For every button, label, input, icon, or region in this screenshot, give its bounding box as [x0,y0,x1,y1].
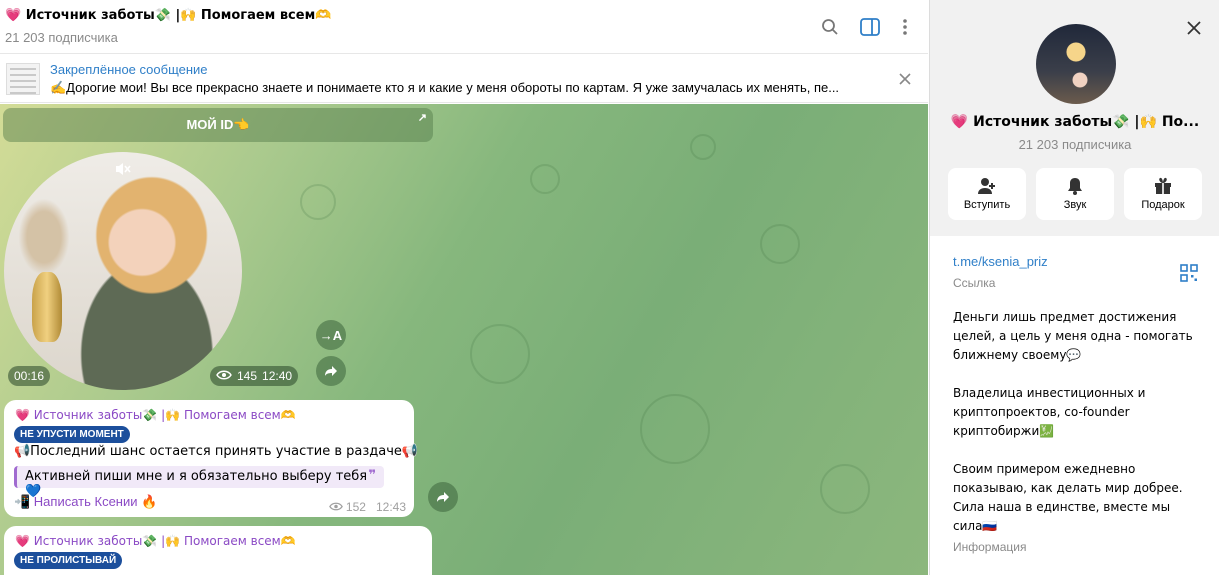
subscriber-count: 21 203 подписчика [1018,137,1132,152]
video-views: 145 [237,369,258,383]
message-author[interactable]: 💗 Источник заботы💸 |🙌 Помогаем всем🫶 [15,408,296,422]
message-bubble: 💗 Источник заботы💸 |🙌 Помогаем всем🫶 НЕ … [4,526,432,575]
eye-icon [328,500,346,514]
message-author[interactable]: 💗 Источник заботы💸 |🙌 Помогаем всем🫶 [15,534,296,548]
bell-icon [1068,178,1082,195]
pinned-message-bar[interactable]: Закреплённое сообщение ✍️Дорогие мои! Вы… [0,55,928,103]
message-bubble: 💗 Источник заботы💸 |🙌 Помогаем всем🫶 НЕ … [4,400,418,517]
info-label: Информация [953,540,1027,554]
link-label: Ссылка [953,276,996,290]
message-views: 152 [345,500,366,514]
share-icon [437,492,449,502]
translate-icon: →A [319,327,343,343]
pinned-title: Закреплённое сообщение [50,62,208,77]
share-button[interactable] [428,482,458,512]
message-tag: НЕ ПРОЛИСТЫВАЙ [14,552,123,569]
message-quote: Активней пиши мне и я обязательно выберу… [14,466,384,499]
gift-label: Подарок [1141,199,1185,211]
translate-button[interactable]: →A [316,320,346,350]
chat-background: МОЙ ID👈 ↗ 00:16 145 12:40 →A 💗 Источник … [0,104,928,575]
sound-button[interactable]: Звук [1036,168,1114,220]
message-time: 12:43 [375,500,406,514]
close-icon[interactable] [1182,16,1206,40]
mute-icon[interactable] [110,156,136,182]
sidebar-toggle-icon[interactable] [857,14,883,40]
info-card: t.me/ksenia_priz Ссылка Деньги лишь пред… [930,236,1219,575]
gift-button[interactable]: Подарок [1124,168,1202,220]
qr-code-icon[interactable] [1180,264,1198,282]
my-id-label: МОЙ ID👈 [186,117,250,132]
pinned-thumbnail [6,63,40,95]
subscriber-count: 21 203 подписчика [5,30,118,45]
external-link-icon: ↗ [417,112,427,124]
write-link[interactable]: 📲 Написать Ксении 🔥 [14,494,157,510]
join-label: Вступить [963,199,1011,211]
avatar[interactable] [1036,24,1116,104]
add-user-icon [978,178,995,194]
share-button[interactable] [316,356,346,386]
message-text: 📢Последний шанс остается принять участие… [14,444,419,459]
close-icon[interactable] [893,67,917,91]
gift-icon [1155,177,1171,194]
channel-link[interactable]: t.me/ksenia_priz [953,254,1048,269]
channel-info-panel: 💗 Источник заботы💸 |🙌 По... 21 203 подпи… [929,0,1219,575]
join-button[interactable]: Вступить [948,168,1026,220]
chat-column: 💗 Источник заботы💸 |🙌 Помогаем всем🫶 21 … [0,0,928,575]
share-icon [325,366,337,376]
channel-name: 💗 Источник заботы💸 |🙌 По... [950,114,1200,130]
message-meta: 152 12:43 [328,500,406,514]
chat-header: 💗 Источник заботы💸 |🙌 Помогаем всем🫶 21 … [0,0,928,54]
message-tag: НЕ УПУСТИ МОМЕНТ [14,426,130,443]
eye-icon [216,368,232,384]
sound-label: Звук [1063,199,1087,211]
channel-title[interactable]: 💗 Источник заботы💸 |🙌 Помогаем всем🫶 [5,8,331,23]
video-duration: 00:16 [8,366,51,386]
quote-icon: ❞ [368,468,376,483]
channel-description: Деньги лишь предмет достижения целей, а … [953,310,1193,533]
video-time: 12:40 [262,369,293,383]
more-menu-icon[interactable] [892,14,918,40]
video-meta: 145 12:40 [210,366,299,386]
pinned-text: ✍️Дорогие мои! Вы все прекрасно знаете и… [50,80,840,95]
video-message[interactable] [4,152,242,390]
search-icon[interactable] [817,14,843,40]
my-id-button[interactable]: МОЙ ID👈 ↗ [3,108,433,142]
